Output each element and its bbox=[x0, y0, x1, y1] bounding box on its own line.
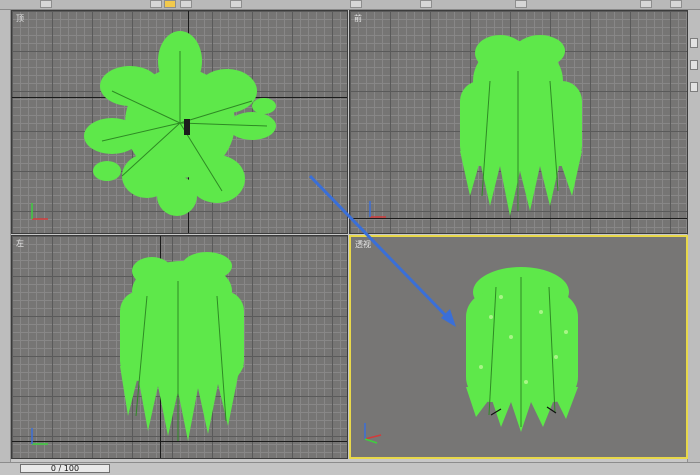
time-slider[interactable]: 0 / 100 bbox=[20, 464, 110, 473]
pointer-arrow bbox=[308, 174, 456, 327]
frame-counter: 0 / 100 bbox=[50, 464, 80, 473]
status-bar: 0 / 100 bbox=[0, 462, 700, 475]
